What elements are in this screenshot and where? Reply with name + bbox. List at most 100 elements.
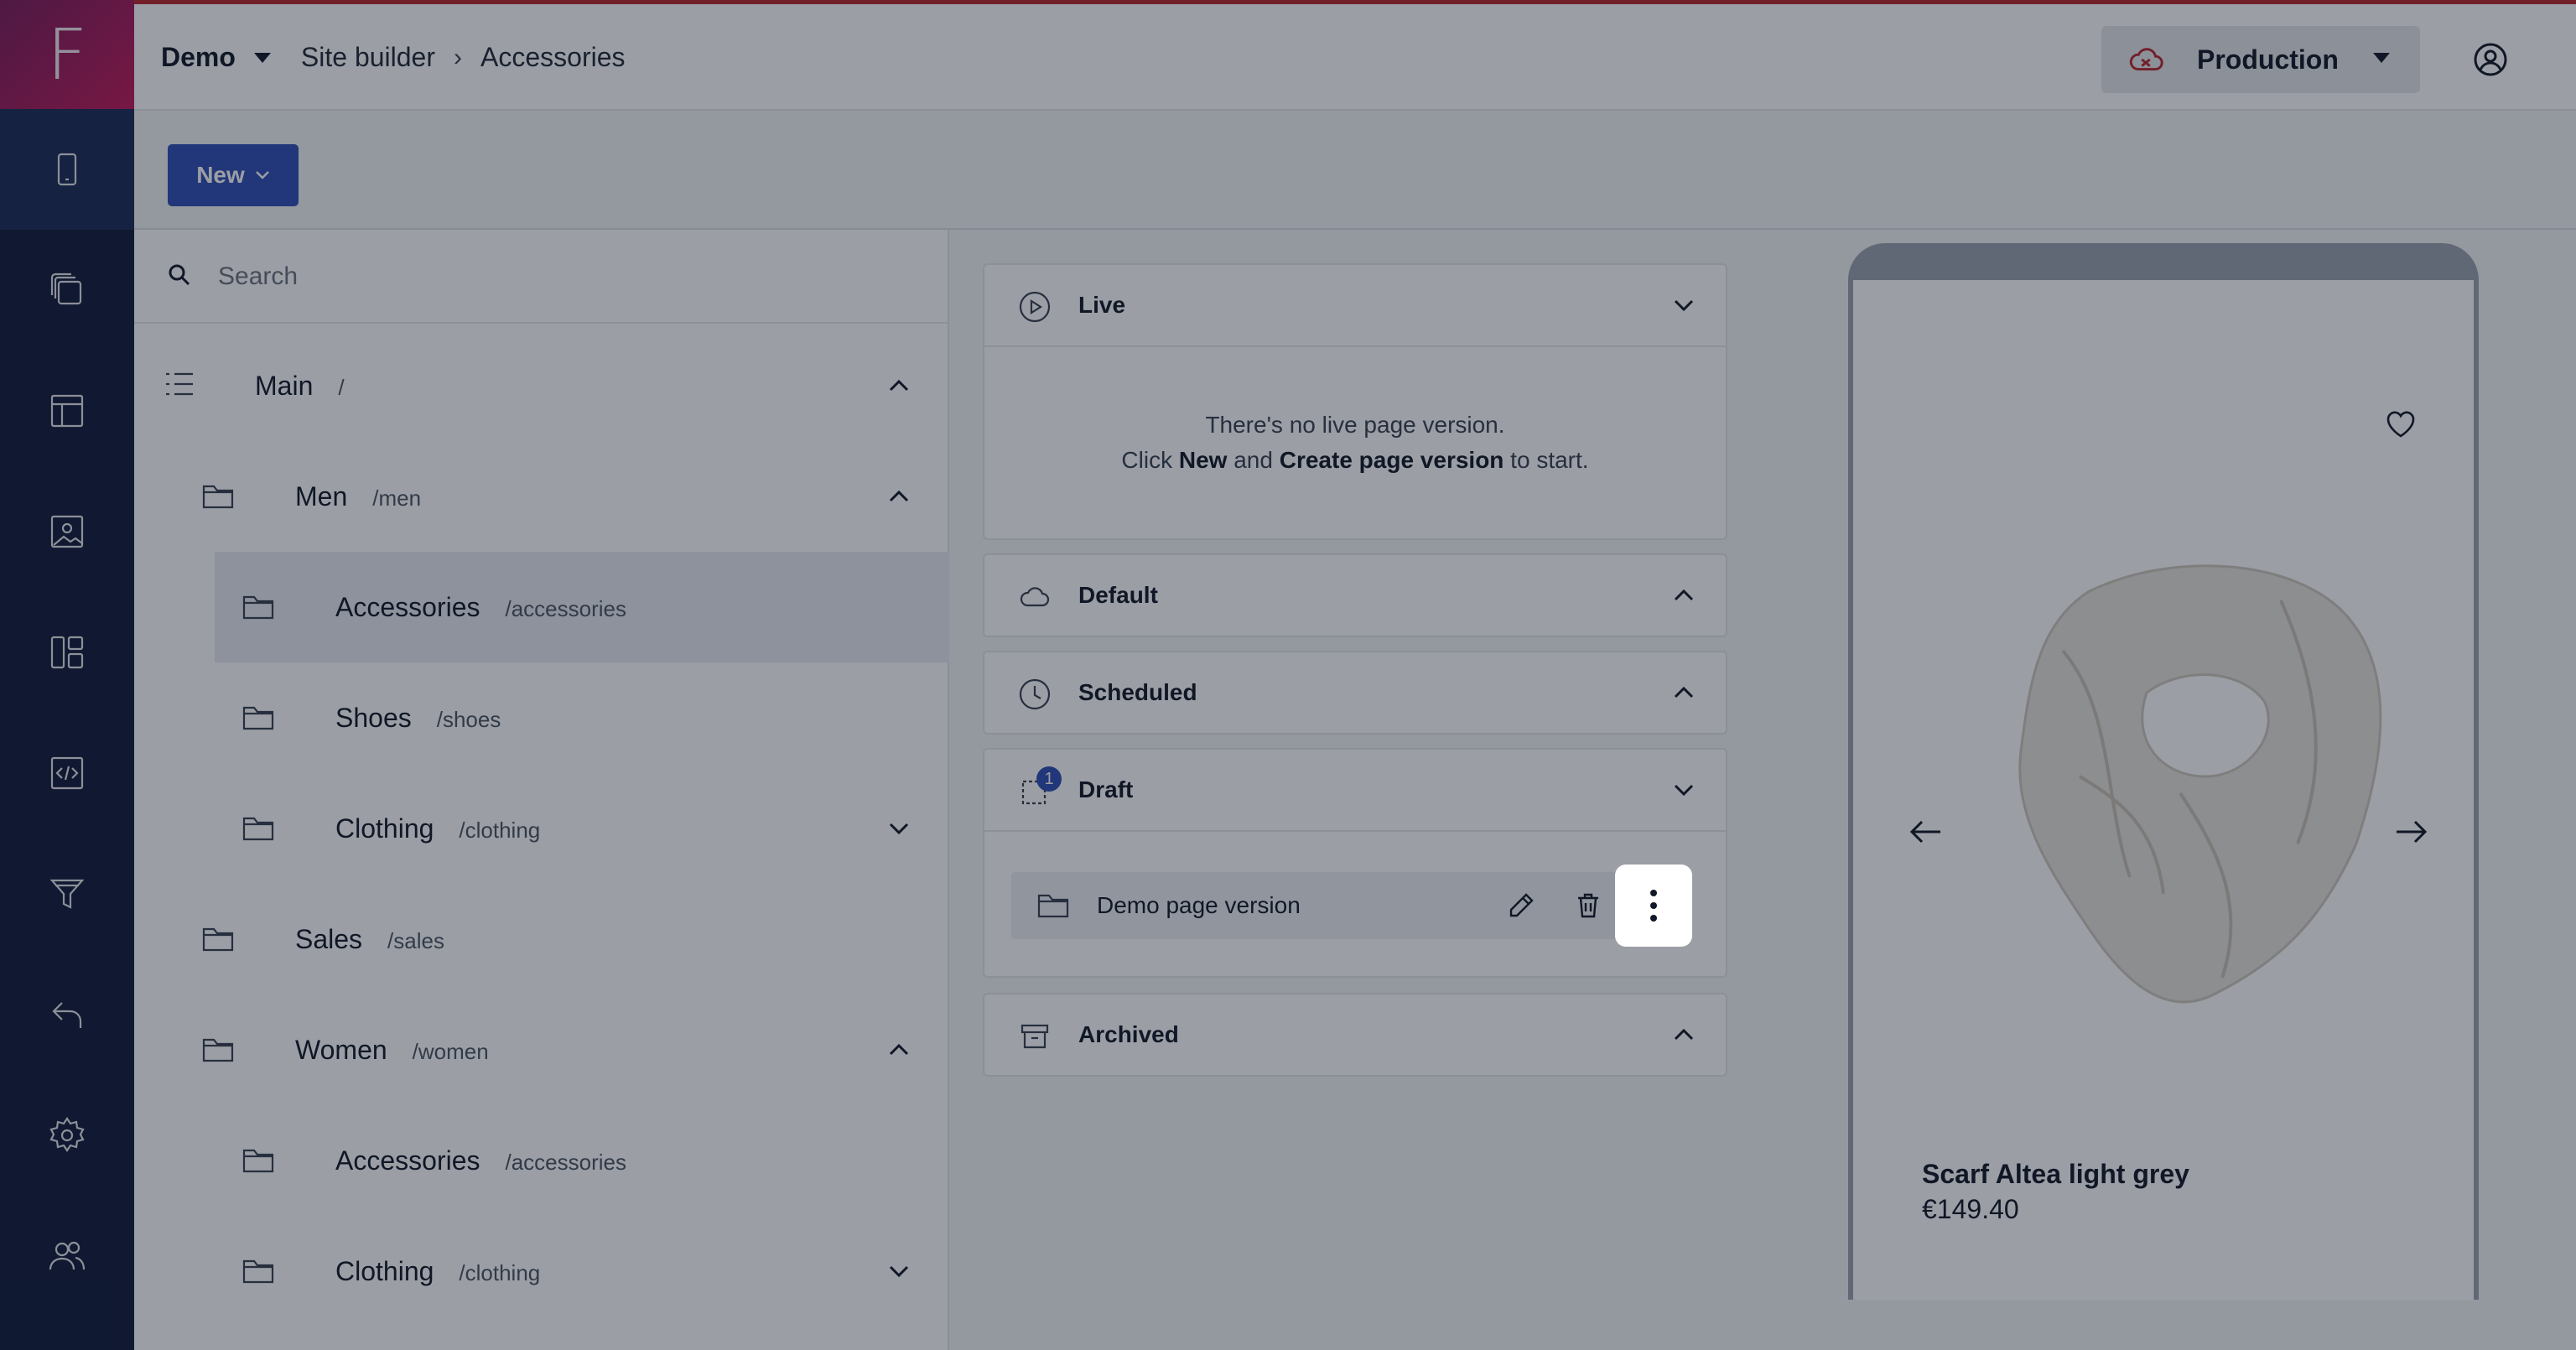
folder-icon — [1036, 890, 1070, 921]
tree-row-main[interactable]: Main / — [134, 330, 949, 441]
tree-row-men-accessories[interactable]: Accessories/accessories — [215, 552, 949, 662]
new-button[interactable]: New — [168, 144, 299, 206]
heart-icon[interactable] — [2384, 408, 2418, 441]
default-title: Default — [1078, 582, 1158, 608]
environment-label: Production — [2197, 44, 2339, 75]
page-version-name: Demo page version — [1097, 892, 1301, 918]
chevron-down-icon[interactable] — [253, 52, 271, 63]
cloud-alert-icon — [2129, 48, 2163, 70]
dashboard-icon[interactable] — [0, 592, 134, 713]
tree-row-label: Accessories/accessories — [335, 592, 626, 623]
draft-header[interactable]: 1 Draft — [984, 750, 1726, 830]
tree-row-men[interactable]: Men/men — [134, 441, 949, 552]
tree-name: Men — [295, 480, 348, 511]
phone-frame: Scarf Altea light grey €149.40 — [1848, 243, 2479, 1300]
draft-body: Demo page version — [984, 830, 1726, 978]
tree-row-label: Women/women — [295, 1035, 489, 1066]
tree-name: Clothing — [335, 1255, 434, 1286]
brand-letter: F — [46, 13, 88, 96]
account-icon[interactable] — [2473, 42, 2508, 77]
arrow-left-icon[interactable] — [1907, 817, 1944, 847]
brand-logo[interactable]: F — [0, 0, 134, 109]
chevron-down-icon — [2373, 53, 2390, 63]
text: to start. — [1504, 447, 1589, 473]
pages-icon[interactable] — [0, 230, 134, 350]
chevron-up-icon[interactable] — [1672, 681, 1696, 704]
trash-icon[interactable] — [1573, 890, 1603, 921]
tree-row-women-accessories[interactable]: Accessories/accessories — [134, 1105, 949, 1216]
more-options-button[interactable] — [1618, 867, 1690, 944]
tree-path: /men — [372, 485, 422, 511]
edit-icon[interactable] — [1506, 890, 1536, 921]
tree-row-clothing[interactable]: Clothing/clothing — [134, 773, 949, 884]
draft-title: Draft — [1078, 776, 1134, 802]
cloud-icon — [1018, 580, 1052, 614]
tree-row-label: Clothing/clothing — [335, 813, 540, 844]
play-circle-icon — [1018, 290, 1052, 324]
tree-row-label: Accessories/accessories — [335, 1145, 626, 1176]
folder-icon — [242, 1145, 275, 1176]
text: Click — [1121, 447, 1179, 473]
tree-name: Clothing — [335, 813, 434, 844]
device-preview-panel: Scarf Altea light grey €149.40 — [1737, 230, 2576, 1350]
archived-title: Archived — [1078, 1021, 1179, 1047]
chevron-up-icon[interactable] — [1672, 584, 1696, 607]
clock-icon — [1018, 678, 1052, 711]
gear-icon[interactable] — [0, 1075, 134, 1196]
tree-row-shoes[interactable]: Shoes/shoes — [134, 662, 949, 773]
layout-icon[interactable] — [0, 350, 134, 471]
chevron-up-icon[interactable] — [887, 374, 911, 397]
chevron-down-icon[interactable] — [887, 1259, 911, 1283]
archived-header[interactable]: Archived — [984, 994, 1726, 1075]
tree-row-women[interactable]: Women/women — [134, 994, 949, 1105]
project-selector[interactable]: Demo — [161, 42, 236, 73]
chevron-up-icon[interactable] — [1672, 1023, 1696, 1046]
chevron-up-icon[interactable] — [887, 485, 911, 508]
image-icon[interactable] — [0, 471, 134, 592]
search-icon — [169, 264, 190, 286]
top-bar: Demo Site builder › Accessories Producti… — [134, 0, 2576, 111]
tree-path: / — [338, 374, 345, 400]
live-section: Live There's no live page version. Click… — [983, 263, 1727, 540]
live-empty-line1: There's no live page version. — [1205, 412, 1505, 438]
tree-row-sales[interactable]: Sales/sales — [134, 884, 949, 994]
folder-icon — [201, 924, 235, 954]
page-version-row[interactable]: Demo page version — [1011, 872, 1690, 939]
product-image — [2018, 564, 2382, 1004]
undo-icon[interactable] — [0, 954, 134, 1075]
environment-selector[interactable]: Production — [2101, 26, 2420, 93]
chevron-right-icon: › — [454, 43, 462, 71]
live-title: Live — [1078, 292, 1126, 318]
default-header[interactable]: Default — [984, 555, 1726, 636]
chevron-up-icon[interactable] — [887, 1038, 911, 1062]
draft-count-badge: 1 — [1036, 766, 1062, 792]
tree-path: /women — [412, 1038, 489, 1064]
tree-name: Accessories — [335, 591, 480, 622]
breadcrumb: Demo Site builder › Accessories — [161, 42, 626, 73]
tree-row-women-clothing[interactable]: Clothing/clothing — [134, 1216, 949, 1327]
tree-name: Main — [255, 370, 314, 401]
folder-icon — [242, 813, 275, 844]
tree-path: /accessories — [505, 1149, 627, 1175]
chevron-down-icon[interactable] — [1672, 293, 1696, 317]
code-icon[interactable] — [0, 713, 134, 833]
search-input[interactable] — [218, 253, 906, 300]
folder-icon — [201, 1035, 235, 1065]
chevron-down-icon[interactable] — [1672, 778, 1696, 802]
filter-icon[interactable] — [0, 833, 134, 954]
archive-icon — [1018, 1020, 1052, 1053]
mobile-icon[interactable] — [0, 109, 134, 230]
folder-icon — [242, 703, 275, 733]
users-icon[interactable] — [0, 1196, 134, 1316]
live-header[interactable]: Live — [984, 265, 1726, 345]
tree-name: Shoes — [335, 702, 412, 733]
tree-name: Accessories — [335, 1145, 480, 1176]
product-name: Scarf Altea light grey — [1922, 1159, 2189, 1189]
scheduled-header[interactable]: Scheduled — [984, 652, 1726, 733]
breadcrumb-site-builder[interactable]: Site builder — [301, 42, 435, 73]
search-bar — [134, 230, 949, 324]
live-empty-message: There's no live page version. Click New … — [984, 347, 1726, 478]
new-button-label: New — [196, 162, 245, 188]
tree-path: /clothing — [459, 1259, 541, 1285]
chevron-down-icon[interactable] — [887, 817, 911, 840]
